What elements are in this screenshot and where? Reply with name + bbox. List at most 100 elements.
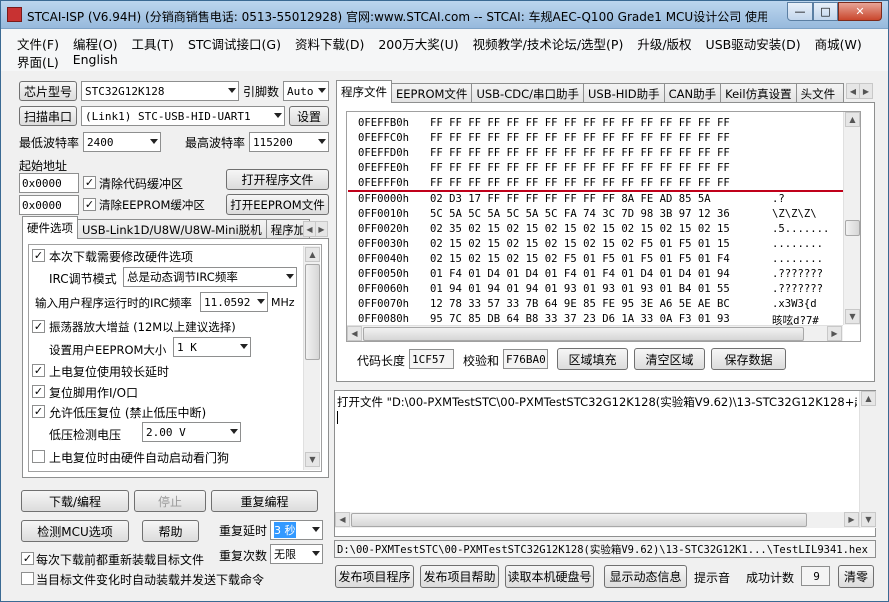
menu-usb-driver[interactable]: USB驱动安装(D): [704, 34, 803, 53]
scroll-left-icon[interactable]: ◀: [347, 326, 362, 341]
hex-view[interactable]: 0FEFFB0h FF FF FF FF FF FF FF FF FF FF FF…: [348, 113, 843, 325]
tab-usb-hid[interactable]: USB-HID助手: [582, 83, 665, 103]
clear-region-button[interactable]: 清空区域: [634, 348, 705, 370]
window-title: STCAI-ISP (V6.94H) (分销商销售电话: 0513-550129…: [27, 10, 767, 24]
irc-frequency-select[interactable]: 11.0592: [200, 292, 268, 312]
publish-help-button[interactable]: 发布项目帮助: [420, 565, 499, 588]
scroll-up-icon[interactable]: ▲: [845, 112, 860, 127]
clear-code-checkbox[interactable]: ✓: [83, 176, 96, 189]
menu-interface[interactable]: 界面(L): [15, 52, 61, 71]
eeprom-address-input[interactable]: 0x0000: [19, 195, 79, 215]
menu-upgrade[interactable]: 升级/版权: [635, 34, 693, 53]
scroll-right-icon[interactable]: ▶: [827, 326, 842, 341]
open-program-file-button[interactable]: 打开程序文件: [226, 169, 329, 190]
port-select[interactable]: (Link1) STC-USB-HID-UART1: [81, 106, 285, 126]
close-button[interactable]: ✕: [838, 2, 882, 21]
app-icon: [7, 7, 22, 22]
show-dynamic-info-button[interactable]: 显示动态信息: [604, 565, 687, 588]
oscillator-gain-checkbox[interactable]: ✓: [32, 320, 45, 333]
hex-row: 0FEFFB0h FF FF FF FF FF FF FF FF FF FF FF…: [358, 117, 730, 129]
repeat-count-select[interactable]: 无限: [270, 544, 323, 564]
tab-scroll-left-button[interactable]: ◀: [846, 83, 860, 99]
check-mcu-options-button[interactable]: 检测MCU选项: [21, 520, 129, 542]
hex-vscroll-thumb[interactable]: [845, 220, 860, 236]
menu-downloads[interactable]: 资料下载(D): [293, 34, 366, 53]
tab-keil[interactable]: Keil仿真设置: [720, 83, 797, 103]
tab-eeprom-file[interactable]: EEPROM文件: [391, 83, 473, 103]
stop-button[interactable]: 停止: [134, 490, 206, 512]
modify-hardware-label: 本次下载需要修改硬件选项: [49, 250, 194, 264]
menu-english[interactable]: English: [71, 52, 120, 71]
min-baud-select[interactable]: 2400: [83, 132, 161, 152]
irc-unit-label: MHz: [271, 296, 295, 309]
tab-can[interactable]: CAN助手: [663, 83, 722, 103]
clear-eeprom-checkbox[interactable]: ✓: [83, 198, 96, 211]
tab-program-file[interactable]: 程序文件: [336, 80, 392, 103]
menu-program[interactable]: 编程(O): [71, 34, 120, 53]
eeprom-size-label: 设置用户EEPROM大小: [49, 343, 167, 357]
hex-horizontal-scrollbar[interactable]: ◀ ▶: [347, 325, 843, 341]
menu-debug[interactable]: STC调试接口(G): [186, 34, 283, 53]
hex-row: 0FF0060h 01 94 01 94 01 94 01 93 01 93 01…: [358, 283, 824, 295]
log-vertical-scrollbar[interactable]: ▲ ▼: [859, 391, 876, 528]
help-button[interactable]: 帮助: [142, 520, 199, 542]
chip-model-select[interactable]: STC32G12K128: [81, 81, 239, 101]
scroll-down-icon[interactable]: ▼: [845, 309, 860, 324]
tab-scroll-right-button[interactable]: ▶: [315, 221, 328, 237]
tab-usb-link1d[interactable]: USB-Link1D/U8W/U8W-Mini脱机: [77, 219, 267, 239]
save-data-button[interactable]: 保存数据: [711, 348, 786, 370]
reload-file-checkbox[interactable]: ✓: [21, 552, 34, 565]
scan-port-button[interactable]: 扫描串口: [19, 106, 77, 126]
tab-hardware-options[interactable]: 硬件选项: [22, 216, 78, 239]
reset-io-checkbox[interactable]: ✓: [32, 385, 45, 398]
watchdog-checkbox[interactable]: [32, 450, 45, 463]
scroll-up-icon[interactable]: ▲: [305, 247, 320, 262]
auto-send-checkbox[interactable]: [21, 572, 34, 585]
scroll-down-icon[interactable]: ▼: [305, 452, 320, 467]
modify-hardware-checkbox[interactable]: ✓: [32, 249, 45, 262]
maximize-button[interactable]: □: [813, 2, 838, 21]
clear-eeprom-label: 清除EEPROM缓冲区: [99, 198, 205, 212]
pins-select[interactable]: Auto: [283, 81, 329, 101]
menu-tools[interactable]: 工具(T): [130, 34, 176, 53]
menu-file[interactable]: 文件(F): [15, 34, 61, 53]
eeprom-size-select[interactable]: 1 K: [173, 337, 251, 357]
hex-vertical-scrollbar[interactable]: ▲ ▼: [843, 112, 860, 325]
long-delay-checkbox[interactable]: ✓: [32, 364, 45, 377]
read-disk-id-button[interactable]: 读取本机硬盘号: [505, 565, 594, 588]
oscillator-gain-label: 振荡器放大增益 (12M以上建议选择): [49, 320, 236, 334]
tab-usb-cdc[interactable]: USB-CDC/串口助手: [471, 83, 584, 103]
scroll-right-icon[interactable]: ▶: [844, 512, 859, 527]
tab-header-file[interactable]: 头文件: [795, 83, 844, 103]
log-hscroll-thumb[interactable]: [351, 513, 807, 527]
repeat-delay-select[interactable]: 3 秒: [270, 520, 323, 540]
max-baud-select[interactable]: 115200: [249, 132, 329, 152]
code-address-input[interactable]: 0x0000: [19, 173, 79, 193]
options-scroll-thumb[interactable]: [305, 264, 320, 360]
log-horizontal-scrollbar[interactable]: ◀ ▶: [335, 512, 859, 528]
scroll-up-icon[interactable]: ▲: [861, 391, 876, 406]
lvd-label: 低压检测电压: [49, 428, 122, 442]
publish-program-button[interactable]: 发布项目程序: [335, 565, 414, 588]
scroll-left-icon[interactable]: ◀: [335, 512, 350, 527]
tab-scroll-right-button[interactable]: ▶: [859, 83, 873, 99]
chevron-down-icon: [286, 274, 294, 279]
menu-videos[interactable]: 视频教学/技术论坛/选型(P): [471, 34, 626, 53]
hex-hscroll-thumb[interactable]: [363, 327, 804, 341]
settings-button[interactable]: 设置: [289, 106, 329, 126]
menu-prize[interactable]: 200万大奖(U): [376, 34, 460, 53]
scroll-down-icon[interactable]: ▼: [861, 512, 876, 527]
clear-count-button[interactable]: 清零: [838, 565, 874, 588]
options-scrollbar[interactable]: ▲ ▼: [303, 246, 320, 470]
repeat-program-button[interactable]: 重复编程: [211, 490, 318, 512]
lvd-select[interactable]: 2.00 V: [142, 422, 241, 442]
menu-store[interactable]: 商城(W): [813, 34, 864, 53]
download-program-button[interactable]: 下载/编程: [21, 490, 129, 512]
open-eeprom-file-button[interactable]: 打开EEPROM文件: [226, 194, 329, 215]
irc-mode-select[interactable]: 总是动态调节IRC频率: [123, 267, 297, 287]
lvr-checkbox[interactable]: ✓: [32, 405, 45, 418]
minimize-button[interactable]: —: [787, 2, 813, 21]
log-output[interactable]: 打开文件 "D:\00-PXMTestSTC\00-PXMTestSTC32G1…: [334, 390, 876, 537]
fill-region-button[interactable]: 区域填充: [557, 348, 628, 370]
chip-model-button[interactable]: 芯片型号: [19, 81, 77, 101]
